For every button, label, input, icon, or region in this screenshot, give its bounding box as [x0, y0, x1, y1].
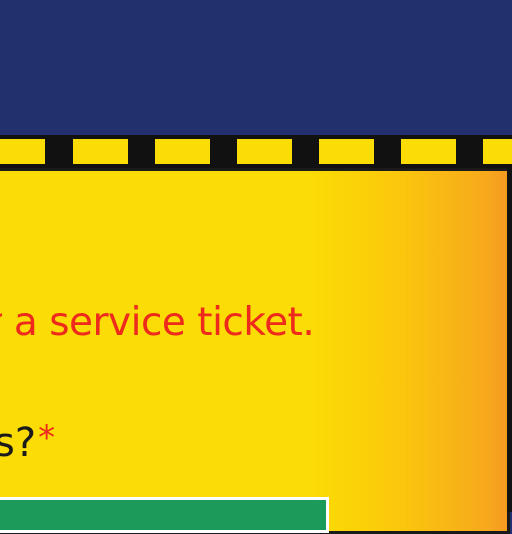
stripe-segment: [0, 139, 45, 164]
question-label: s?*: [0, 418, 56, 466]
header-band: [0, 0, 512, 135]
answer-option-button[interactable]: [0, 497, 329, 533]
hazard-stripe-border: [0, 135, 512, 171]
stripe-segment: [319, 139, 374, 164]
question-text: s?: [0, 420, 37, 466]
form-panel: [0, 168, 510, 534]
stripe-segment: [401, 139, 456, 164]
notice-text: a service ticket.: [13, 300, 315, 345]
stripe-segment: [155, 139, 210, 164]
panel-edge: [507, 168, 512, 512]
stripe-segment: [73, 139, 128, 164]
required-marker: *: [38, 418, 56, 458]
stripe-segment: [483, 139, 512, 164]
clipped-letter: n: [0, 300, 2, 345]
form-notice: n a service ticket.: [0, 300, 315, 345]
stripe-segment: [237, 139, 292, 164]
